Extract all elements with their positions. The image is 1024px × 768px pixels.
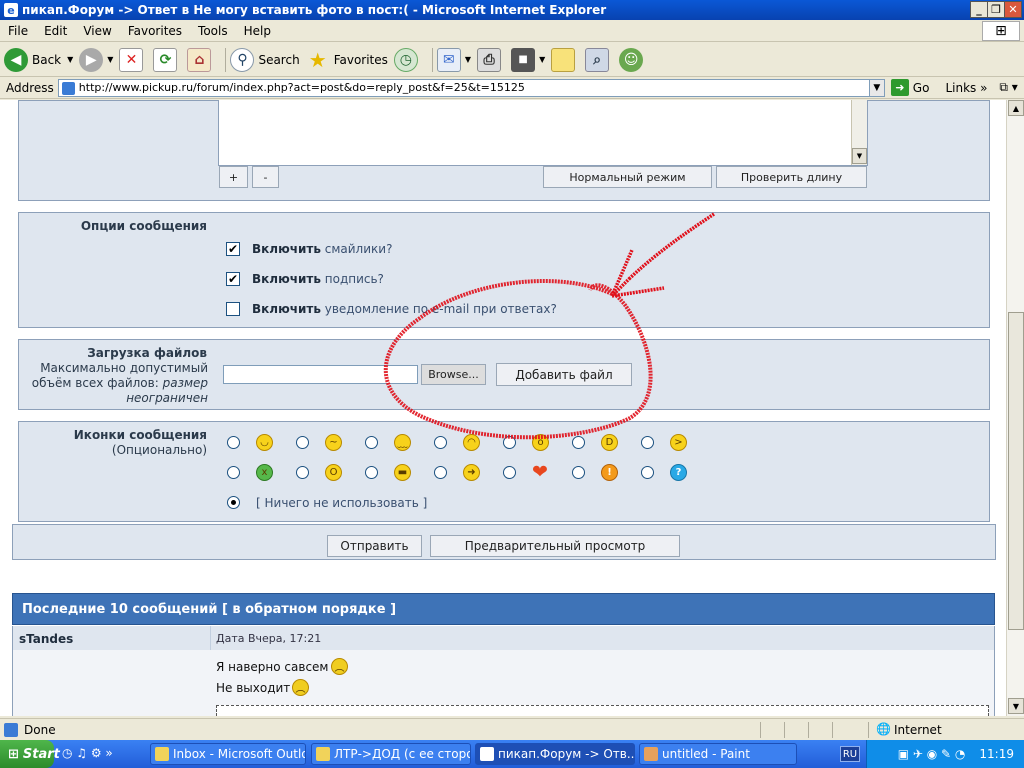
forward-button[interactable]: ▶ ▼ [79,47,114,72]
toolbar-separator [431,47,433,72]
edit-button[interactable]: ■ ▼ [511,47,546,72]
history-button[interactable]: ◷ [393,47,422,72]
research-icon: ⌕ [585,47,610,72]
status-divider [760,722,761,738]
note-icon [551,47,576,72]
ie-logo-icon: e [4,3,18,17]
page-scrollbar[interactable]: ▲ ▼ [1006,100,1024,716]
status-divider [832,722,833,738]
taskbar-item-chat[interactable]: ЛТР->ДОД (с ее сторон... [311,743,471,765]
clock: 11:19 [979,747,1014,761]
start-button[interactable]: ⊞ Start [0,740,60,768]
windows-flag-icon: ⊞ [8,746,19,762]
security-zone-text: Internet [894,723,942,737]
dropdown-arrow-icon: ▼ [464,55,472,64]
menu-favorites[interactable]: Favorites [120,24,190,38]
status-text: Done [24,722,56,737]
restore-button[interactable]: ❐ [987,1,1005,18]
dropdown-arrow-icon: ▼ [539,55,546,64]
close-button[interactable]: ✕ [1004,1,1022,18]
stop-button[interactable]: ✕ [119,47,147,72]
taskbar-item-browser[interactable]: пикап.Форум -> Отв... [475,743,635,765]
title-bar: e пикап.Форум -> Ответ в Не могу вставит… [0,0,1024,20]
research-button[interactable]: ⌕ [585,47,613,72]
taskbar: ⊞ Start ◷ ♫ ⚙ » Inbox - Microsoft Outloo… [0,740,1024,768]
edit-icon: ■ [511,47,536,72]
back-button[interactable]: ◀ Back ▼ [4,47,74,72]
links-button[interactable]: Links » [945,81,987,95]
red-annotation-drawing [383,212,715,440]
print-button[interactable]: ⎙ [477,47,505,72]
back-arrow-icon: ◀ [4,47,28,72]
history-icon: ◷ [393,47,418,72]
scroll-up-icon[interactable]: ▲ [1008,100,1024,116]
dropdown-arrow-icon: ▼ [67,55,74,64]
quicklaunch-icons[interactable]: ◷ ♫ ⚙ » [62,746,113,760]
search-icon: ⚲ [230,47,255,72]
go-arrow-icon: ➜ [890,79,909,96]
taskbar-item-outlook[interactable]: Inbox - Microsoft Outlook [150,743,306,765]
discuss-button[interactable] [551,47,579,72]
status-bar: Done 🌐 Internet [0,718,1024,740]
menu-edit[interactable]: Edit [36,24,75,38]
taskbar-item-paint[interactable]: untitled - Paint [639,743,797,765]
home-button[interactable]: ⌂ [187,47,215,72]
language-indicator[interactable]: RU [840,746,860,762]
scroll-thumb[interactable] [1008,312,1024,630]
print-icon: ⎙ [477,47,502,72]
messenger-button[interactable]: ☺ [619,47,647,72]
search-button[interactable]: ⚲ Search [230,47,300,72]
system-tray: ▣ ✈ ◉ ✎ ◔ 11:19 [866,740,1024,768]
page-content: ▼ + - Нормальный режим Проверить длину О… [0,100,1006,716]
page-icon [61,81,75,95]
address-bar: Address http://www.pickup.ru/forum/index… [0,77,1024,99]
scroll-down-icon[interactable]: ▼ [1008,698,1024,714]
page-status-icon [4,722,18,737]
tray-icons[interactable]: ▣ ✈ ◉ ✎ ◔ [898,747,966,761]
refresh-button[interactable]: ⟳ [153,47,181,72]
status-divider [868,722,869,738]
refresh-icon: ⟳ [153,47,178,72]
internet-zone-icon: 🌐 [876,722,891,736]
forward-arrow-icon: ▶ [79,47,104,72]
status-divider [808,722,809,738]
stop-icon: ✕ [119,47,144,72]
status-divider [784,722,785,738]
menu-view[interactable]: View [75,24,119,38]
windows-logo-icon: ⊞ [982,21,1020,41]
mail-icon: ✉ [436,47,461,72]
menu-file[interactable]: File [0,24,36,38]
favorites-button[interactable]: ★ Favorites [306,48,388,72]
window-title: пикап.Форум -> Ответ в Не могу вставить … [22,3,607,17]
menu-help[interactable]: Help [236,24,279,38]
messenger-icon: ☺ [619,47,644,72]
dropdown-arrow-icon: ▼ [107,55,114,64]
go-button[interactable]: ➜ Go [890,79,929,96]
links-extra-icon[interactable]: ⧉ ▾ [999,80,1017,95]
menu-tools[interactable]: Tools [190,24,236,38]
url-input[interactable]: http://www.pickup.ru/forum/index.php?act… [57,78,870,97]
toolbar-separator [225,47,227,72]
minimize-button[interactable]: _ [970,1,988,18]
mail-button[interactable]: ✉ ▼ [436,47,472,72]
menu-bar: File Edit View Favorites Tools Help [0,20,1024,42]
toolbar: ◀ Back ▼ ▶ ▼ ✕ ⟳ ⌂ ⚲ Search ★ Favorites … [0,43,1024,77]
home-icon: ⌂ [187,47,212,72]
address-dropdown-button[interactable]: ▼ [868,78,885,97]
star-icon: ★ [308,47,327,72]
address-label: Address [6,80,54,95]
